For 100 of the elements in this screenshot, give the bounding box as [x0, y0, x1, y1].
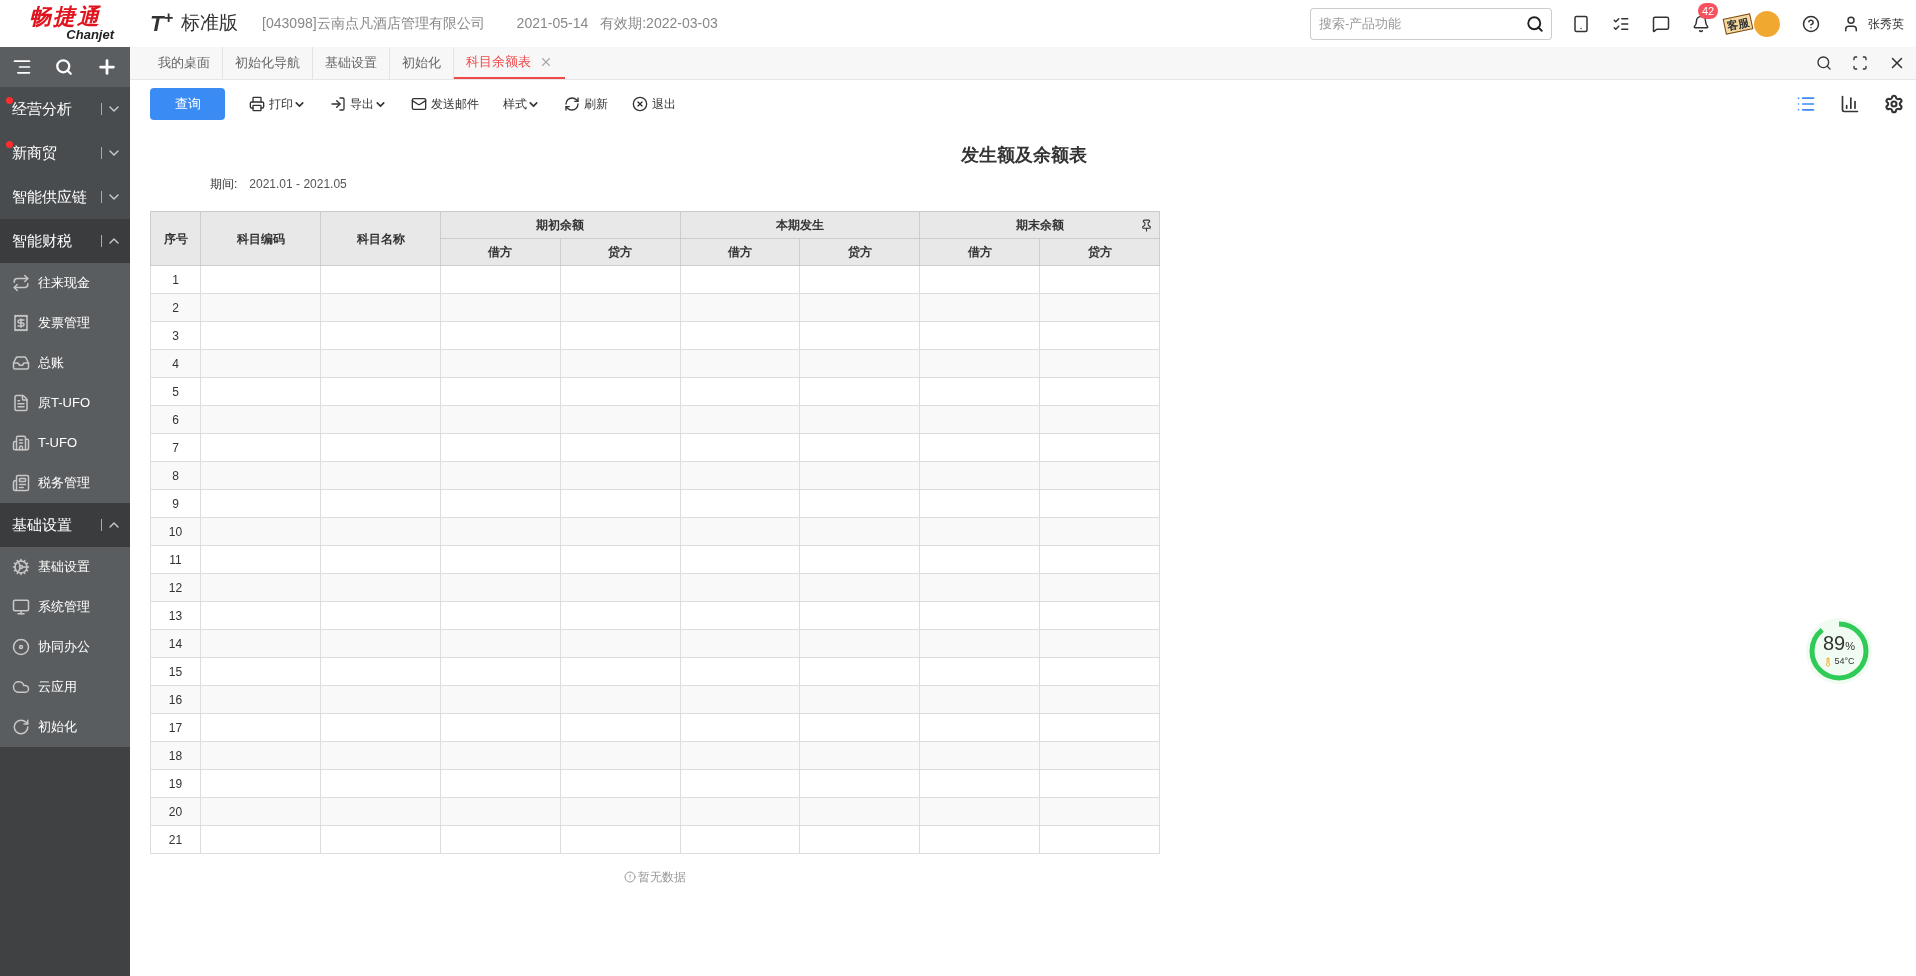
column-header: 科目编码 [200, 211, 321, 266]
row-number: 12 [150, 573, 201, 602]
tab[interactable]: 我的桌面 [146, 47, 223, 79]
row-number: 7 [150, 433, 201, 462]
device-icon[interactable] [1572, 14, 1590, 33]
row-number: 18 [150, 741, 201, 770]
empty-message: 暂无数据 [638, 869, 686, 886]
info-icon [624, 871, 636, 883]
chart-view-icon[interactable] [1840, 94, 1860, 114]
sidebar-item[interactable]: 协同办公 [0, 627, 130, 667]
period-label: 期间: [210, 176, 238, 193]
sidebar-item[interactable]: 往来现金 [0, 263, 130, 303]
tab[interactable]: 初始化导航 [223, 47, 313, 79]
arrows-icon [12, 274, 30, 292]
column-header: 借方 [680, 238, 800, 266]
sidebar-group[interactable]: 智能财税 [0, 219, 130, 263]
bell-icon[interactable] [1692, 14, 1710, 33]
usage-unit: % [1845, 641, 1855, 653]
group-label: 智能供应链 [12, 186, 88, 207]
group-label: 智能财税 [12, 230, 73, 251]
toolbar-button[interactable]: 打印 [269, 95, 306, 113]
row-number: 11 [150, 545, 201, 574]
group-label: 基础设置 [12, 514, 73, 535]
column-header: 贷方 [1039, 238, 1160, 266]
document-icon [12, 394, 30, 412]
sidebar-item[interactable]: 原T-UFO [0, 383, 130, 423]
sidebar-item[interactable]: 系统管理 [0, 587, 130, 627]
row-number: 14 [150, 629, 201, 658]
group-label: 新商贸 [12, 142, 58, 163]
row-number: 1 [150, 265, 201, 294]
fullscreen-icon[interactable] [1852, 55, 1868, 71]
column-header: 科目名称 [320, 211, 441, 266]
row-number: 15 [150, 657, 201, 686]
toolbar-button[interactable]: 退出 [652, 95, 676, 113]
sidebar-item[interactable]: 发票管理 [0, 303, 130, 343]
column-header: 借方 [440, 238, 561, 266]
row-number: 21 [150, 825, 201, 854]
export-icon [330, 96, 346, 112]
period-value: 2021.01 - 2021.05 [249, 176, 347, 193]
current-date: 2021-05-14 [516, 14, 589, 33]
support-sign[interactable]: 客服 [1722, 12, 1754, 35]
refresh-icon [12, 718, 30, 736]
form-icon [12, 474, 30, 492]
cloud-icon [12, 678, 30, 696]
row-number: 13 [150, 601, 201, 630]
row-number: 20 [150, 797, 201, 826]
sidebar-group[interactable]: 经营分析 [0, 87, 130, 131]
pin-icon[interactable] [1140, 219, 1153, 232]
query-button[interactable]: 查询 [150, 88, 225, 120]
tab[interactable]: 初始化 [390, 47, 454, 79]
column-header: 序号 [150, 211, 201, 266]
sidebar-item[interactable]: 初始化 [0, 707, 130, 747]
user-icon[interactable] [1842, 14, 1860, 33]
row-number: 19 [150, 769, 201, 798]
help-icon[interactable] [1802, 14, 1820, 33]
validity-date: 有效期:2022-03-03 [600, 14, 718, 33]
user-name[interactable]: 张秀英 [1868, 14, 1904, 33]
brand-logo: 畅捷通 [29, 6, 101, 28]
report-title: 发生额及余额表 [960, 144, 1088, 167]
row-number: 8 [150, 461, 201, 490]
sidebar-item[interactable]: 基础设置 [0, 547, 130, 587]
column-header: 本期发生 [680, 211, 920, 239]
temperature: 54°C [1834, 655, 1855, 669]
toolbar-button[interactable]: 样式 [503, 95, 540, 113]
edition-label: 标准版 [181, 11, 239, 36]
product-logo: T$^{+}$ [150, 7, 174, 38]
building-icon [12, 434, 30, 452]
row-number: 16 [150, 685, 201, 714]
column-header: 贷方 [800, 238, 920, 266]
sidebar-item[interactable]: 云应用 [0, 667, 130, 707]
company-name: [043098]云南点凡酒店管理有限公司 [262, 14, 485, 33]
invoice-icon [12, 314, 30, 332]
tab[interactable]: 基础设置 [313, 47, 390, 79]
sidebar-item[interactable]: T-UFO [0, 423, 130, 463]
settings-icon[interactable] [1884, 94, 1904, 114]
tab[interactable]: 科目余额表 [454, 47, 565, 79]
toolbar-button[interactable]: 发送邮件 [431, 95, 479, 113]
brand-subtitle: Chanjet [66, 28, 114, 41]
message-icon[interactable] [1652, 14, 1670, 33]
notification-badge: 42 [1698, 2, 1719, 19]
sidebar-group[interactable]: 智能供应链 [0, 175, 130, 219]
row-number: 4 [150, 349, 201, 378]
menu-icon[interactable] [11, 57, 32, 77]
list-view-icon[interactable] [1796, 94, 1816, 114]
search-icon[interactable] [55, 58, 73, 76]
sidebar-item[interactable]: 税务管理 [0, 463, 130, 503]
search-icon[interactable] [1816, 55, 1832, 71]
gear-icon [12, 558, 30, 576]
row-number: 3 [150, 321, 201, 350]
printer-icon [249, 96, 265, 112]
usage-value: 89 [1823, 633, 1846, 654]
column-header: 借方 [919, 238, 1040, 266]
row-number: 17 [150, 713, 201, 742]
monitor-icon [12, 598, 30, 616]
toolbar-button[interactable]: 刷新 [584, 95, 608, 113]
sidebar-group[interactable]: 基础设置 [0, 503, 130, 547]
toolbar-button[interactable]: 导出 [350, 95, 387, 113]
refresh-icon [564, 96, 580, 112]
sidebar-item[interactable]: 总账 [0, 343, 130, 383]
sidebar-group[interactable]: 新商贸 [0, 131, 130, 175]
